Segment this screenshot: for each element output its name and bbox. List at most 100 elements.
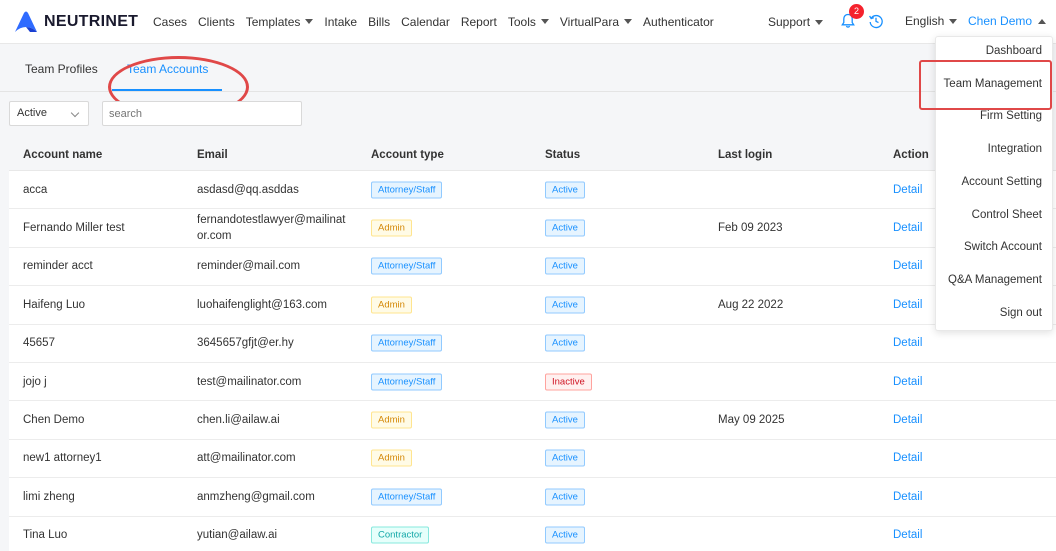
account-type: Admin [371, 449, 412, 467]
nav-item-label: Bills [368, 14, 391, 29]
detail-link[interactable]: Detail [893, 184, 922, 196]
status-filter-value: Active [17, 107, 47, 119]
account-email: att@mailinator.com [197, 452, 296, 465]
table-row: Fernando Miller test fernandotestlawyer@m… [9, 209, 1056, 248]
account-name: limi zheng [23, 490, 75, 503]
content-area: Team Profiles Team Accounts Active Accou… [0, 44, 1056, 551]
account-email: 3645657gfjt@er.hy [197, 337, 294, 350]
account-status: Active [545, 488, 585, 506]
account-status: Inactive [545, 373, 592, 391]
table-row: limi zheng anmzheng@gmail.com Attorney/Sta… [9, 478, 1056, 517]
column-header-account-name: Account name [23, 149, 103, 161]
nav-item-virtualpara[interactable]: VirtualPara [560, 15, 633, 29]
account-type-tag: Admin [371, 296, 412, 314]
account-status: Active [545, 181, 585, 199]
account-name: Chen Demo [23, 414, 85, 427]
table-body: acca asdasd@qq.asddas Attorney/Staff Active… [9, 171, 1056, 551]
account-type: Attorney/Staff [371, 373, 443, 391]
account-status-tag: Active [545, 219, 585, 237]
nav-item-tools[interactable]: Tools [508, 15, 549, 29]
nav-item-label: Tools [507, 14, 536, 29]
menu-item-control-sheet[interactable]: Control Sheet [972, 209, 1042, 221]
menu-item-account-setting[interactable]: Account Setting [961, 176, 1042, 188]
nav-item-label: Clients [198, 14, 235, 29]
detail-link[interactable]: Detail [893, 299, 922, 311]
nav-item-label: Templates [245, 14, 301, 29]
detail-link[interactable]: Detail [893, 529, 922, 541]
nav-item-label: Report [460, 14, 497, 29]
nav-item-authenticator[interactable]: Authenticator [643, 15, 714, 29]
account-email: test@mailinator.com [197, 375, 302, 388]
chevron-down-icon [305, 19, 314, 24]
nav-item-label: Authenticator [643, 14, 714, 29]
chevron-down-icon [624, 19, 633, 24]
account-email: yutian@ailaw.ai [197, 529, 278, 542]
support-menu[interactable]: Support [768, 15, 824, 29]
language-selector[interactable]: English [905, 14, 958, 28]
nav-item-intake[interactable]: Intake [324, 15, 357, 29]
account-type: Attorney/Staff [371, 488, 443, 506]
status-filter-select[interactable]: Active [9, 101, 89, 126]
menu-item-dashboard[interactable]: Dashboard [986, 45, 1042, 57]
history-icon[interactable] [868, 13, 884, 29]
account-type: Contractor [371, 526, 430, 544]
account-type-tag: Attorney/Staff [371, 257, 443, 275]
account-status: Active [545, 296, 585, 314]
menu-item-q-a-management[interactable]: Q&A Management [948, 274, 1042, 286]
language-label: English [905, 14, 945, 28]
nav-item-calendar[interactable]: Calendar [401, 15, 450, 29]
nav-item-label: Calendar [401, 14, 450, 29]
nav-item-label: Cases [153, 14, 188, 29]
detail-link[interactable]: Detail [893, 414, 922, 426]
detail-link[interactable]: Detail [893, 491, 922, 503]
account-status-tag: Inactive [545, 373, 592, 391]
account-type-tag: Admin [371, 411, 412, 429]
nav-item-report[interactable]: Report [461, 15, 497, 29]
account-email: anmzheng@gmail.com [197, 490, 315, 503]
table-row: reminder acct reminder@mail.com Attorney/S… [9, 247, 1056, 287]
nav-item-cases[interactable]: Cases [153, 15, 187, 29]
last-login: May 09 2025 [718, 414, 785, 427]
account-name: 45657 [23, 337, 55, 350]
account-status-tag: Active [545, 296, 585, 314]
menu-item-sign-out[interactable]: Sign out [1000, 307, 1042, 319]
account-type-tag: Admin [371, 449, 412, 467]
account-type: Attorney/Staff [371, 181, 443, 199]
user-menu-trigger[interactable]: Chen Demo [968, 14, 1047, 28]
account-type-tag: Attorney/Staff [371, 181, 443, 199]
nav-item-label: Intake [324, 14, 358, 29]
nav-item-templates[interactable]: Templates [246, 15, 314, 29]
nav-item-bills[interactable]: Bills [368, 15, 390, 29]
brand-logo[interactable]: NEUTRINET [12, 8, 152, 36]
table-row: Chen Demo chen.li@ailaw.ai Admin Active May … [9, 401, 1056, 440]
chevron-down-icon [949, 18, 958, 24]
support-label: Support [768, 15, 811, 29]
tab-team-profiles[interactable]: Team Profiles [25, 62, 98, 76]
account-name: acca [23, 183, 48, 196]
nav-item-clients[interactable]: Clients [198, 15, 235, 29]
menu-item-integration[interactable]: Integration [988, 143, 1042, 155]
account-status-tag: Active [545, 526, 585, 544]
detail-link[interactable]: Detail [893, 337, 922, 349]
account-status-tag: Active [545, 488, 585, 506]
account-email: luohaifenglight@163.com [197, 298, 327, 311]
column-header-account-type: Account type [371, 149, 444, 161]
detail-link[interactable]: Detail [893, 222, 922, 234]
account-status: Active [545, 526, 585, 544]
account-name: Haifeng Luo [23, 298, 86, 311]
account-email: chen.li@ailaw.ai [197, 414, 280, 427]
account-type-tag: Attorney/Staff [371, 373, 443, 391]
menu-item-firm-setting[interactable]: Firm Setting [980, 110, 1042, 122]
account-name: Tina Luo [23, 529, 68, 542]
account-type: Attorney/Staff [371, 334, 443, 352]
account-status-tag: Active [545, 449, 585, 467]
search-input[interactable] [102, 101, 302, 126]
menu-item-switch-account[interactable]: Switch Account [964, 241, 1042, 253]
column-header-status: Status [545, 149, 581, 161]
detail-link[interactable]: Detail [893, 376, 922, 388]
detail-link[interactable]: Detail [893, 260, 922, 272]
notification-badge: 2 [849, 4, 864, 19]
column-header-action: Action [893, 149, 929, 161]
detail-link[interactable]: Detail [893, 452, 922, 464]
main-menu: Cases Clients Templates Intake Bills Calendar… [153, 15, 725, 29]
